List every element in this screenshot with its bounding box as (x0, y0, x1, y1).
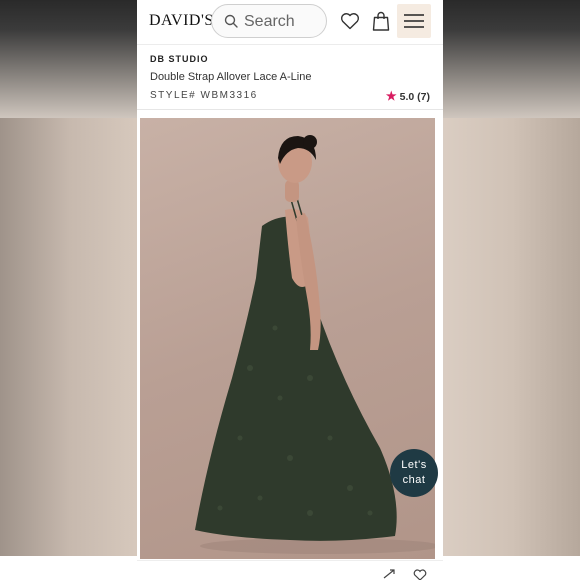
search-input[interactable]: Search (211, 4, 327, 38)
search-icon (224, 14, 238, 28)
bottom-action-bar (137, 560, 443, 580)
model-illustration (195, 135, 435, 554)
backdrop-left (0, 118, 140, 580)
product-brand[interactable]: DB STUDIO (150, 54, 209, 64)
menu-button[interactable] (397, 4, 431, 38)
live-chat-button[interactable]: Let's chat (390, 449, 438, 497)
chat-label-line2: chat (402, 474, 426, 486)
favorite-icon[interactable] (413, 569, 427, 580)
hamburger-menu-icon (404, 14, 424, 28)
heart-icon[interactable] (340, 12, 360, 30)
search-placeholder: Search (244, 13, 295, 30)
brand-logo[interactable]: DAVID'S (149, 12, 214, 30)
chat-label-line1: Let's (401, 459, 427, 471)
product-image[interactable] (140, 118, 435, 559)
product-rating[interactable]: ★ 5.0 (7) (386, 89, 430, 103)
top-navigation-bar: DAVID'S Search (137, 0, 443, 45)
shopping-bag-icon[interactable] (372, 11, 390, 31)
share-icon[interactable] (383, 569, 395, 579)
product-style-number: STYLE# WBM3316 (150, 90, 258, 101)
backdrop-right (444, 118, 580, 580)
product-title: Double Strap Allover Lace A-Line (150, 71, 312, 83)
rating-value: 5.0 (7) (399, 91, 430, 103)
star-icon: ★ (385, 89, 397, 103)
phone-screen: DAVID'S Search DB STUDIO Double Strap Al… (137, 0, 443, 580)
product-info: DB STUDIO Double Strap Allover Lace A-Li… (137, 44, 443, 110)
